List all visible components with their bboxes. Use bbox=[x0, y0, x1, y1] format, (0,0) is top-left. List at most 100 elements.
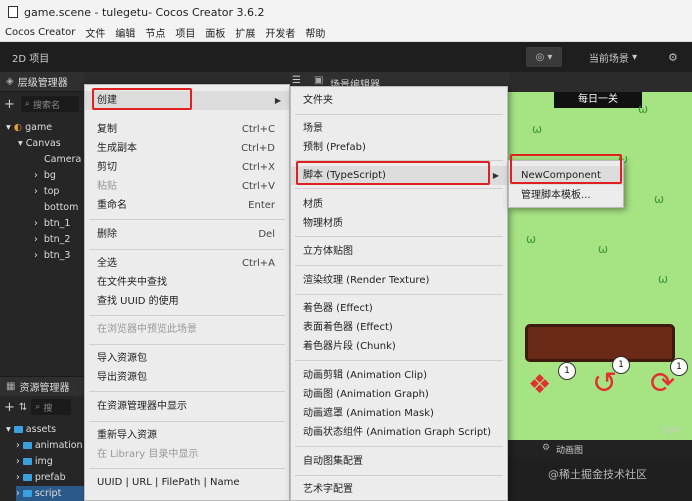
menu-file[interactable]: 文件 bbox=[80, 25, 110, 40]
menu-item-label: 渲染纹理 (Render Texture) bbox=[303, 275, 430, 286]
create-render-texture[interactable]: 渲染纹理 (Render Texture) bbox=[291, 271, 507, 290]
create-auto-atlas[interactable]: 自动图集配置 bbox=[291, 452, 507, 471]
tree-node-btn2[interactable]: › btn_2 bbox=[34, 232, 70, 248]
create-prefab[interactable]: 预制 (Prefab) bbox=[291, 138, 507, 157]
create-animation-clip[interactable]: 动画剪辑 (Animation Clip) bbox=[291, 366, 507, 385]
asset-node-img[interactable]: › img bbox=[16, 454, 53, 470]
create-chunk[interactable]: 着色器片段 (Chunk) bbox=[291, 337, 507, 356]
hierarchy-title: 层级管理器 bbox=[17, 78, 68, 89]
menu-item-label: 动画剪辑 (Animation Clip) bbox=[303, 370, 428, 381]
create-folder[interactable]: 文件夹 bbox=[291, 91, 507, 110]
tree-node-label: Camera bbox=[44, 154, 82, 165]
menu-item-label: 动画遮罩 (Animation Mask) bbox=[303, 408, 434, 419]
menu-bar: Cocos Creator 文件 编辑 节点 项目 面板 扩展 开发者 帮助 bbox=[0, 24, 692, 42]
menu-item-find-in-folder[interactable]: 在文件夹中查找 bbox=[85, 273, 289, 292]
create-animation-mask[interactable]: 动画遮罩 (Animation Mask) bbox=[291, 404, 507, 423]
menu-item-reveal-in-assets[interactable]: 在资源管理器中显示 bbox=[85, 397, 289, 416]
script-new-component[interactable]: NewComponent bbox=[509, 166, 623, 185]
menu-item-reveal-library[interactable]: 在 Library 目录中显示 bbox=[85, 445, 289, 464]
undo-icon[interactable]: ↺ bbox=[592, 366, 617, 401]
menu-separator bbox=[89, 344, 285, 345]
menu-panel[interactable]: 面板 bbox=[200, 25, 230, 40]
tree-node-game[interactable]: ▾ ◐ game bbox=[6, 120, 52, 136]
menu-icon[interactable]: ☰ bbox=[292, 75, 301, 86]
menu-item-rename[interactable]: 重命名 Enter bbox=[85, 196, 289, 215]
menu-item-label: 重新导入资源 bbox=[97, 430, 157, 441]
globe-button[interactable]: ◎ ▾ bbox=[526, 47, 562, 67]
settings-icon[interactable]: ⚙ bbox=[668, 51, 678, 64]
tree-node-top[interactable]: › top bbox=[34, 184, 59, 200]
script-manage-templates[interactable]: 管理脚本模板... bbox=[509, 186, 623, 205]
asset-node-script[interactable]: › script bbox=[16, 486, 84, 501]
menu-separator bbox=[295, 114, 503, 115]
menu-help[interactable]: 帮助 bbox=[300, 25, 330, 40]
menu-project[interactable]: 项目 bbox=[170, 25, 200, 40]
watermark: @稀土掘金技术社区 bbox=[548, 468, 647, 481]
menu-item-cut[interactable]: 剪切 Ctrl+X bbox=[85, 158, 289, 177]
menu-edit[interactable]: 编辑 bbox=[110, 25, 140, 40]
game-title: 每日一关 bbox=[554, 92, 642, 108]
create-physics-material[interactable]: 物理材质 bbox=[291, 214, 507, 233]
menu-item-select-all[interactable]: 全选 Ctrl+A bbox=[85, 254, 289, 273]
menu-item-create[interactable]: 创建 ▶ bbox=[85, 91, 289, 110]
create-effect[interactable]: 着色器 (Effect) bbox=[291, 299, 507, 318]
tree-node-btn1[interactable]: › btn_1 bbox=[34, 216, 70, 232]
create-script[interactable]: 脚本 (TypeScript) ▶ bbox=[291, 166, 507, 185]
asset-node-animation[interactable]: › animation bbox=[16, 438, 83, 454]
menu-item-copy-identifier[interactable]: UUID | URL | FilePath | Name bbox=[85, 473, 289, 492]
tree-node-bottom[interactable]: bottom bbox=[44, 200, 78, 216]
create-cubemap[interactable]: 立方体贴图 bbox=[291, 242, 507, 261]
menu-item-duplicate[interactable]: 生成副本 Ctrl+D bbox=[85, 139, 289, 158]
tree-node-canvas[interactable]: ▾ Canvas bbox=[18, 136, 61, 152]
menu-item-paste[interactable]: 粘贴 Ctrl+V bbox=[85, 177, 289, 196]
menu-item-reimport[interactable]: 重新导入资源 bbox=[85, 426, 289, 445]
tree-node-bg[interactable]: › bg bbox=[34, 168, 56, 184]
hierarchy-search-placeholder: 搜索名 bbox=[32, 100, 60, 111]
shortcut-label: Enter bbox=[248, 200, 275, 211]
create-surface-effect[interactable]: 表面着色器 (Effect) bbox=[291, 318, 507, 337]
add-icon[interactable]: + bbox=[4, 97, 15, 112]
menu-item-find-uuid[interactable]: 查找 UUID 的使用 bbox=[85, 292, 289, 311]
folder-icon bbox=[13, 426, 23, 433]
menu-item-copy[interactable]: 复制 Ctrl+C bbox=[85, 120, 289, 139]
create-animation-graph-script[interactable]: 动画状态组件 (Animation Graph Script) bbox=[291, 423, 507, 442]
shapes-icon[interactable]: ❖ bbox=[528, 370, 551, 400]
asset-node-assets[interactable]: ▾ assets bbox=[6, 422, 56, 438]
tree-node-btn3[interactable]: › btn_3 bbox=[34, 248, 70, 264]
create-scene[interactable]: 场景 bbox=[291, 119, 507, 138]
script-submenu: NewComponent 管理脚本模板... bbox=[508, 160, 624, 208]
hierarchy-search-input[interactable]: ⌕ 搜索名 bbox=[20, 96, 79, 112]
sort-icon[interactable]: ⇅ bbox=[19, 402, 27, 413]
animation-graph-tab[interactable]: 动画图 bbox=[556, 443, 583, 456]
add-icon[interactable]: + bbox=[4, 400, 15, 415]
tree-node-camera[interactable]: Camera bbox=[44, 152, 81, 168]
asset-search-input[interactable]: ⌕ 搜 bbox=[31, 399, 72, 415]
menu-item-import-package[interactable]: 导入资源包 bbox=[85, 349, 289, 368]
menu-extension[interactable]: 扩展 bbox=[230, 25, 260, 40]
menu-item-label: 艺术字配置 bbox=[303, 484, 353, 495]
menu-item-label: 剪切 bbox=[97, 162, 117, 173]
menu-item-preview-browser[interactable]: 在浏览器中预览此场景 bbox=[85, 320, 289, 339]
scene-selector[interactable]: 当前场景 ▾ bbox=[568, 47, 658, 67]
context-menu: 创建 ▶ 复制 Ctrl+C 生成副本 Ctrl+D 剪切 Ctrl+X 粘贴 Ctrl+… bbox=[84, 84, 290, 501]
asset-tree: ▾ assets › animation › img › prefab › sc… bbox=[0, 418, 84, 501]
asset-node-prefab[interactable]: › prefab bbox=[16, 470, 66, 486]
menu-item-export-package[interactable]: 导出资源包 bbox=[85, 368, 289, 387]
create-animation-graph[interactable]: 动画图 (Animation Graph) bbox=[291, 385, 507, 404]
app-icon bbox=[8, 6, 18, 18]
menu-separator bbox=[295, 360, 503, 361]
menu-node[interactable]: 节点 bbox=[140, 25, 170, 40]
menu-cocos[interactable]: Cocos Creator bbox=[0, 27, 80, 38]
menu-item-delete[interactable]: 删除 Del bbox=[85, 225, 289, 244]
menu-item-label: 在资源管理器中显示 bbox=[97, 401, 187, 412]
globe-icon: ◎ ▾ bbox=[535, 51, 553, 63]
menu-item-label: 在 Library 目录中显示 bbox=[97, 449, 199, 460]
create-material[interactable]: 材质 bbox=[291, 195, 507, 214]
timeline-mark: 500 bbox=[662, 426, 680, 436]
menu-item-label: 查找 UUID 的使用 bbox=[97, 296, 179, 307]
create-label-atlas[interactable]: 艺术字配置 bbox=[291, 480, 507, 499]
menu-developer[interactable]: 开发者 bbox=[260, 25, 300, 40]
menu-item-label: UUID | URL | FilePath | Name bbox=[97, 477, 240, 488]
project-type-label[interactable]: 2D 项目 bbox=[12, 50, 49, 65]
answer-bar bbox=[525, 324, 675, 362]
